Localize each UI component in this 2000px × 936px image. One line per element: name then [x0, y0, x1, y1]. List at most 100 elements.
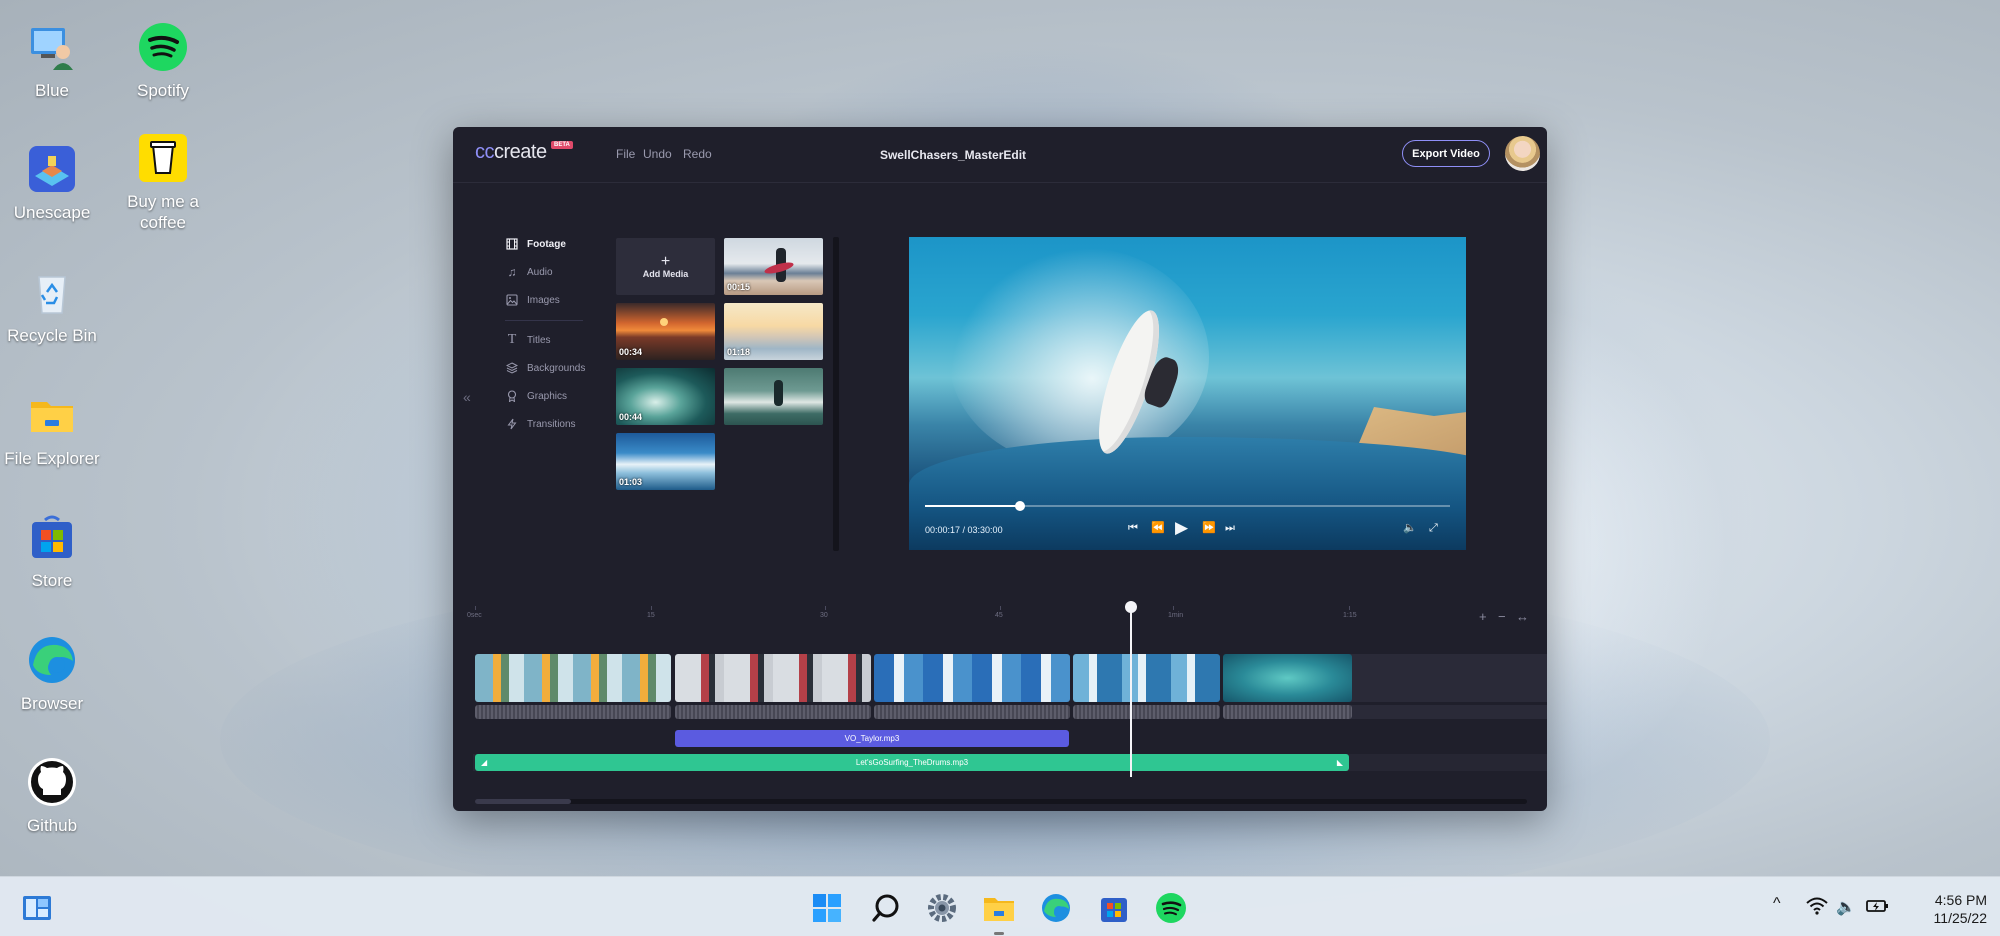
- desktop-icon-github[interactable]: Github: [0, 757, 107, 836]
- preview-timecode: 00:00:17 / 03:30:00: [925, 525, 1003, 535]
- clip-audio-waveform[interactable]: [874, 705, 1070, 719]
- search-icon[interactable]: [869, 891, 903, 925]
- media-thumbnail[interactable]: 00:44: [616, 368, 715, 425]
- nav-transitions[interactable]: Transitions: [505, 415, 576, 433]
- battery-icon[interactable]: [1866, 897, 1890, 920]
- export-video-button[interactable]: Export Video: [1402, 140, 1490, 167]
- tray-chevron-icon[interactable]: ^: [1773, 895, 1781, 913]
- nav-titles[interactable]: T Titles: [505, 331, 551, 349]
- nav-footage[interactable]: Footage: [505, 235, 566, 253]
- desktop-icon-label: Recycle Bin: [7, 326, 97, 345]
- clip-duration: 01:18: [727, 347, 751, 357]
- media-thumbnail[interactable]: 00:34: [616, 303, 715, 360]
- clip-audio-waveform[interactable]: [1073, 705, 1220, 719]
- fade-out-icon[interactable]: ◣: [1337, 754, 1343, 771]
- timeline-scrollbar[interactable]: [475, 799, 1527, 804]
- video-clip[interactable]: [1073, 654, 1220, 702]
- desktop-icon-buy-me-a-coffee[interactable]: Buy me a coffee: [108, 133, 218, 233]
- menu-redo[interactable]: Redo: [683, 147, 712, 161]
- store-icon[interactable]: [1097, 891, 1131, 925]
- rewind-icon[interactable]: ⏪: [1151, 518, 1165, 538]
- nav-audio[interactable]: ♫ Audio: [505, 263, 553, 281]
- media-thumbnail[interactable]: 01:18: [724, 303, 823, 360]
- running-indicator: [994, 932, 1004, 935]
- desktop-icon-spotify[interactable]: Spotify: [108, 22, 218, 101]
- voiceover-clip[interactable]: VO_Taylor.mp3: [675, 730, 1069, 747]
- file-explorer-icon[interactable]: [982, 891, 1016, 925]
- music-clip-label: Let'sGoSurfing_TheDrums.mp3: [855, 758, 969, 767]
- wifi-icon[interactable]: [1806, 897, 1828, 920]
- thumb-surfer: [774, 380, 783, 406]
- skip-back-icon[interactable]: ⏮: [1128, 518, 1138, 538]
- video-clip[interactable]: [874, 654, 1070, 702]
- media-thumbnail[interactable]: [724, 368, 823, 425]
- edge-browser-icon[interactable]: [1039, 891, 1073, 925]
- media-thumbnail[interactable]: 00:15: [724, 238, 823, 295]
- menu-file[interactable]: File: [616, 147, 635, 161]
- ruler-tick: [1349, 606, 1350, 610]
- widgets-icon[interactable]: [20, 891, 54, 925]
- system-clock[interactable]: 4:56 PM 11/25/22: [1907, 891, 1987, 927]
- clip-audio-waveform[interactable]: [675, 705, 871, 719]
- preview-scrubber[interactable]: [925, 501, 1450, 511]
- fade-in-icon[interactable]: ◢: [481, 754, 487, 771]
- unescape-game-icon: [27, 144, 77, 194]
- ruler-label: 15: [647, 612, 655, 619]
- ruler-label: 45: [995, 612, 1003, 619]
- music-note-icon: ♫: [507, 265, 517, 279]
- nav-graphics[interactable]: Graphics: [505, 387, 567, 405]
- desktop-icon-label: Blue: [34, 81, 70, 100]
- folder-icon: [27, 390, 77, 440]
- clip-audio-waveform[interactable]: [1223, 705, 1352, 719]
- music-clip[interactable]: ◢ Let'sGoSurfing_TheDrums.mp3 ◣: [475, 754, 1349, 771]
- video-clip[interactable]: [475, 654, 671, 702]
- beta-badge: BETA: [551, 141, 573, 149]
- desktop-icon-blue[interactable]: Blue: [0, 22, 107, 101]
- media-thumbnail[interactable]: 01:03: [616, 433, 715, 490]
- start-windows-icon[interactable]: [810, 891, 844, 925]
- fast-forward-icon[interactable]: ⏩: [1202, 518, 1216, 538]
- video-clip[interactable]: [675, 654, 871, 702]
- desktop-icon-store[interactable]: Store: [0, 512, 107, 591]
- project-title[interactable]: SwellChasers_MasterEdit: [833, 148, 1073, 162]
- menu-undo[interactable]: Undo: [643, 147, 672, 161]
- nav-backgrounds[interactable]: Backgrounds: [505, 359, 585, 377]
- ruler-tick: [475, 606, 476, 610]
- zoom-in-icon[interactable]: +: [1479, 609, 1487, 624]
- timeline-ruler[interactable]: 0sec 15 30 45 1min 1:15: [453, 606, 1547, 628]
- spotify-icon[interactable]: [1154, 891, 1188, 925]
- avatar[interactable]: [1505, 136, 1540, 171]
- desktop-icon-file-explorer[interactable]: File Explorer: [0, 390, 107, 469]
- ruler-label: 0sec: [467, 612, 482, 619]
- play-icon[interactable]: ▶: [1175, 518, 1188, 538]
- volume-icon[interactable]: 🔈: [1836, 897, 1856, 917]
- collapse-sidebar-icon[interactable]: «: [463, 389, 471, 405]
- playhead-line[interactable]: [1130, 607, 1132, 777]
- desktop-icon-unescape[interactable]: Unescape: [0, 144, 107, 223]
- settings-gear-icon[interactable]: [925, 891, 959, 925]
- text-icon: T: [507, 332, 517, 347]
- playhead-handle[interactable]: [1125, 601, 1137, 613]
- desktop-icon-recycle-bin[interactable]: Recycle Bin: [0, 267, 107, 346]
- fullscreen-icon[interactable]: ⤢: [1429, 518, 1438, 538]
- desktop-icon-browser[interactable]: Browser: [0, 635, 107, 714]
- add-media-button[interactable]: + Add Media: [616, 238, 715, 295]
- nav-images[interactable]: Images: [505, 291, 560, 309]
- fit-timeline-icon[interactable]: ↔: [1516, 609, 1529, 624]
- zoom-out-icon[interactable]: −: [1498, 609, 1506, 624]
- clip-duration: 00:34: [619, 347, 643, 357]
- media-scrollbar[interactable]: [833, 237, 839, 551]
- ruler-label: 1:15: [1343, 612, 1357, 619]
- video-clip[interactable]: [1223, 654, 1352, 702]
- clip-duration: 00:15: [727, 282, 751, 292]
- taskbar: ^ 🔈 4:56 PM 11/25/22: [0, 876, 2000, 936]
- video-preview[interactable]: 00:00:17 / 03:30:00 ⏮ ⏪ ▶ ⏩ ⏭ 🔈 ⤢: [909, 237, 1466, 550]
- scrubber-handle[interactable]: [1014, 501, 1025, 511]
- coffee-cup-icon: [138, 133, 188, 183]
- timeline-scroll-thumb[interactable]: [475, 799, 571, 804]
- ruler-tick: [651, 606, 652, 610]
- app-logo[interactable]: cccreate: [475, 141, 547, 164]
- clip-audio-waveform[interactable]: [475, 705, 671, 719]
- skip-forward-icon[interactable]: ⏭: [1225, 518, 1235, 538]
- volume-icon[interactable]: 🔈: [1403, 518, 1417, 538]
